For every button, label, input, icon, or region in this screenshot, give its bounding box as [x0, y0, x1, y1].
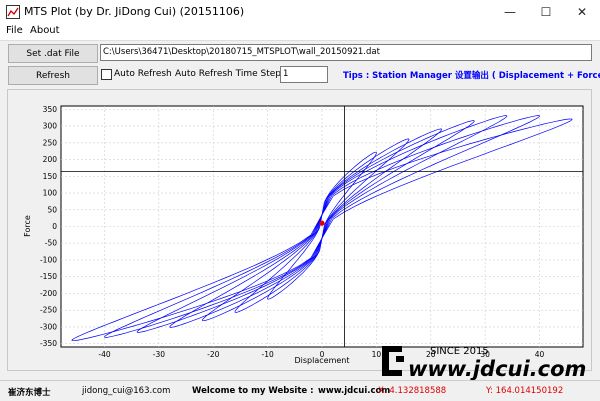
menu-about[interactable]: About: [30, 25, 60, 36]
y-tick-label: 50: [47, 205, 57, 214]
set-dat-file-button[interactable]: Set .dat File: [8, 44, 98, 63]
status-bar: 崔济东博士 jidong_cui@163.com Welcome to my W…: [0, 380, 600, 401]
refresh-button[interactable]: Refresh: [8, 66, 98, 85]
time-step-label: Auto Refresh Time Step (s): [175, 69, 296, 79]
tips-text: Tips : Station Manager 设置输出 ( Displaceme…: [343, 71, 600, 81]
y-tick-label: -300: [40, 322, 57, 331]
x-tick-label: -30: [153, 350, 165, 359]
hysteresis-plot[interactable]: -40 -30 -20 -10 0 10 20 30 40-350-300-250-200-15…: [8, 90, 591, 370]
x-tick-label: -10: [262, 350, 274, 359]
time-step-input[interactable]: 1: [280, 66, 328, 83]
x-tick-label: -20: [207, 350, 219, 359]
y-tick-label: -50: [45, 239, 57, 248]
y-tick-label: 300: [43, 122, 58, 131]
y-tick-label: -200: [40, 289, 57, 298]
close-icon: ✕: [576, 5, 588, 19]
watermark-since: SINCE 2015: [430, 346, 489, 357]
auto-refresh-checkbox[interactable]: [101, 69, 112, 80]
y-tick-label: 200: [43, 155, 58, 164]
status-x-readout: X: 4.132818588: [378, 386, 447, 396]
menu-file[interactable]: File: [6, 25, 23, 36]
y-tick-label: 250: [43, 138, 58, 147]
y-tick-label: 100: [43, 189, 58, 198]
x-tick-label: -40: [98, 350, 110, 359]
y-axis-label: Force: [23, 215, 32, 237]
y-tick-label: -100: [40, 255, 57, 264]
current-point-marker: [319, 220, 325, 226]
auto-refresh-label: Auto Refresh: [114, 69, 172, 79]
plot-panel[interactable]: -40 -30 -20 -10 0 10 20 30 40 -350 -300 -250 -200 -15…: [7, 89, 592, 371]
x-axis-label: Displacement: [295, 356, 350, 365]
minimize-icon: —: [504, 5, 516, 19]
app-icon: [6, 5, 20, 19]
y-tick-label: 350: [43, 105, 58, 114]
file-path-input[interactable]: C:\Users\36471\Desktop\20180715_MTSPLOT\…: [100, 44, 592, 61]
y-tick-label: 0: [52, 222, 57, 231]
watermark-site: www.jdcui.com: [408, 357, 586, 381]
y-tick-label: -250: [40, 306, 57, 315]
maximize-icon: ☐: [540, 5, 552, 19]
watermark-logo-icon: [382, 346, 404, 376]
maximize-button[interactable]: ☐: [528, 0, 564, 24]
title-bar: MTS Plot (by Dr. JiDong Cui) (20151106) …: [0, 0, 600, 24]
y-tick-label: -350: [40, 339, 57, 348]
watermark: SINCE 2015 www.jdcui.com: [382, 346, 586, 381]
close-button[interactable]: ✕: [564, 0, 600, 24]
y-tick-label: -150: [40, 272, 57, 281]
minimize-button[interactable]: —: [492, 0, 528, 24]
status-author: 崔济东博士: [8, 388, 51, 398]
window-title: MTS Plot (by Dr. JiDong Cui) (20151106): [24, 5, 245, 18]
menu-bar: File About: [0, 24, 600, 41]
y-tick-label: 150: [43, 172, 58, 181]
status-email: jidong_cui@163.com: [82, 386, 171, 396]
status-welcome: Welcome to my Website :: [192, 386, 314, 396]
status-y-readout: Y: 164.014150192: [486, 386, 564, 396]
